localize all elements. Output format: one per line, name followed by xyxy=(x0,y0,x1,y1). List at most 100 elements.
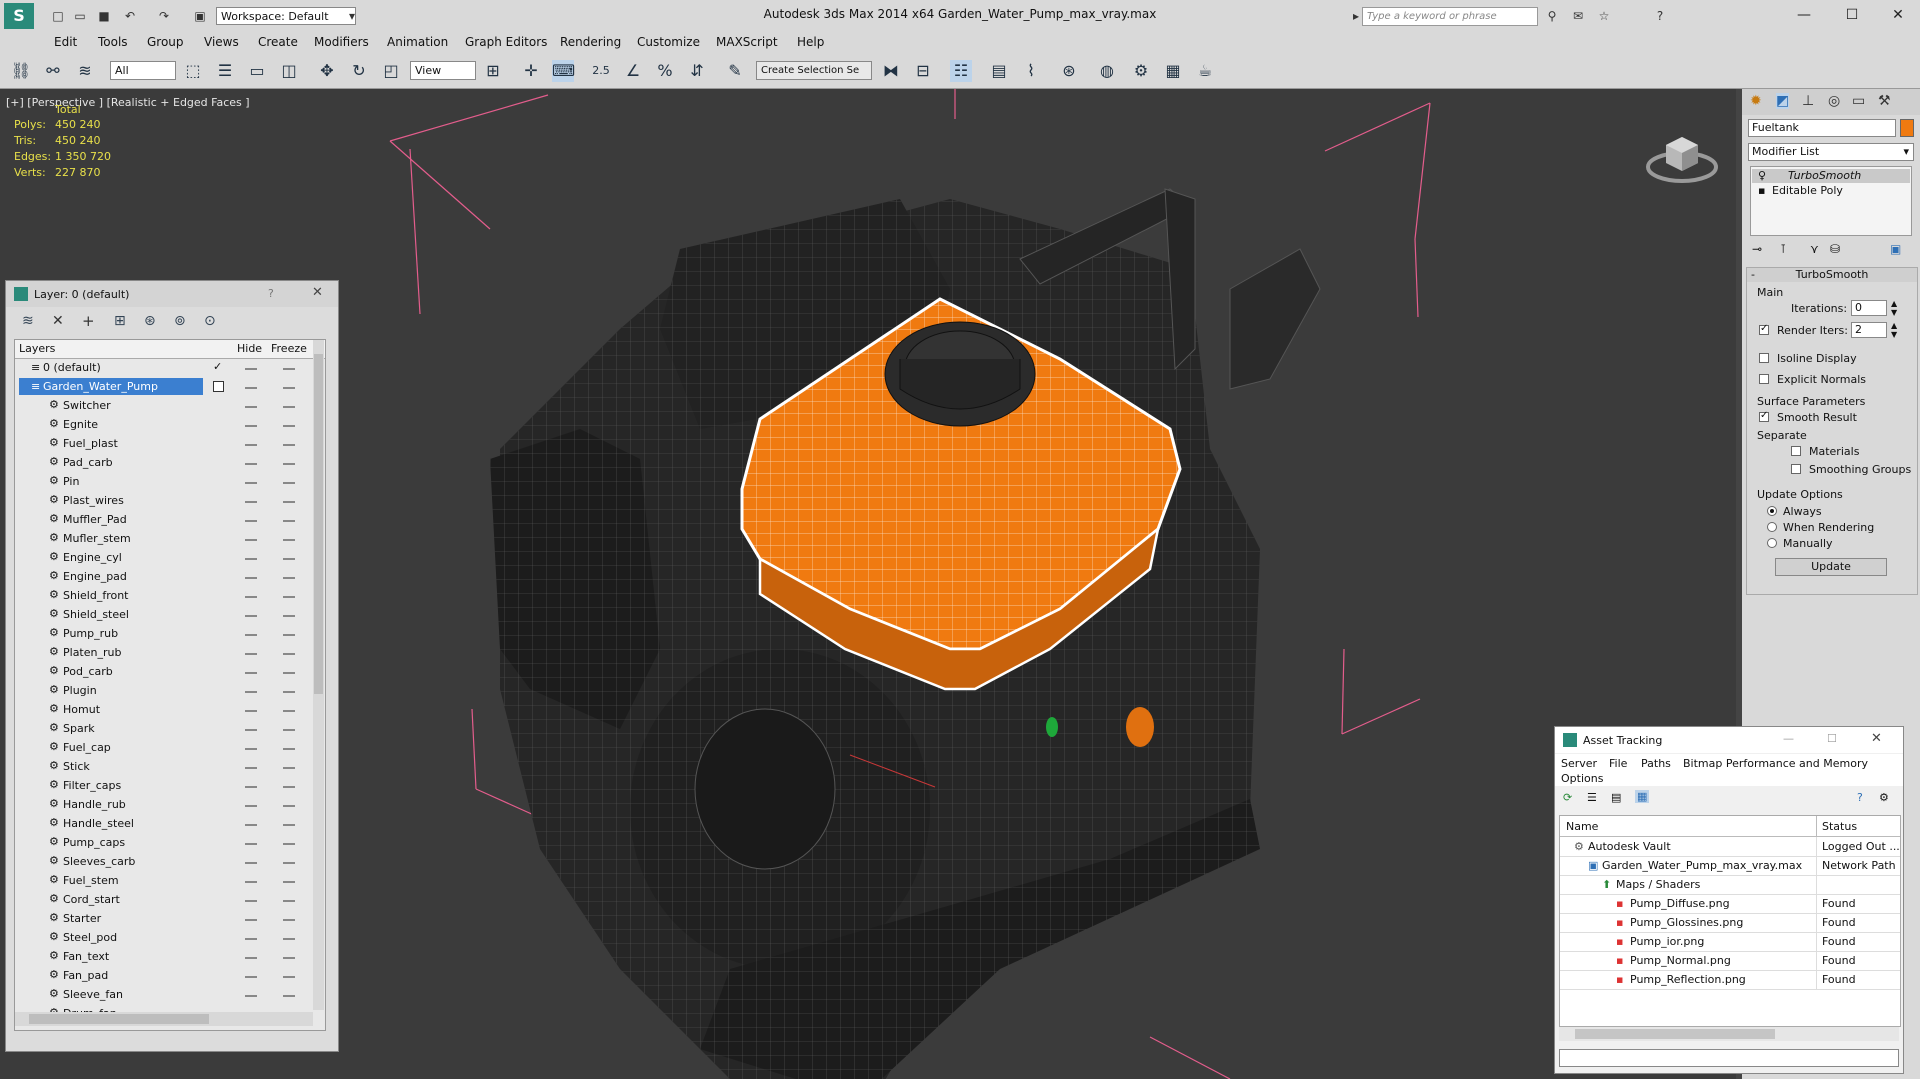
freeze-toggle[interactable] xyxy=(283,881,295,883)
freeze-toggle[interactable] xyxy=(283,501,295,503)
maximize-icon[interactable]: ☐ xyxy=(1827,732,1837,745)
layer-manager-icon[interactable]: ☷ xyxy=(950,60,972,82)
help-icon[interactable]: ? xyxy=(268,287,274,300)
modifier-list-dropdown[interactable]: Modifier List ▾ xyxy=(1748,143,1914,161)
freeze-toggle[interactable] xyxy=(283,805,295,807)
hide-toggle[interactable] xyxy=(245,558,257,560)
hide-toggle[interactable] xyxy=(245,463,257,465)
bind-space-warp-icon[interactable]: ≋ xyxy=(74,60,96,82)
spinner-arrows-icon[interactable]: ▲ ▼ xyxy=(1891,321,1897,339)
hide-toggle[interactable] xyxy=(245,539,257,541)
hide-toggle[interactable] xyxy=(245,520,257,522)
angle-snap-icon[interactable]: ∠ xyxy=(622,60,644,82)
material-editor-icon[interactable]: ◍ xyxy=(1096,60,1118,82)
render-production-icon[interactable]: ☕ xyxy=(1194,60,1216,82)
align-icon[interactable]: ⊟ xyxy=(912,60,934,82)
layer-object-row[interactable]: ⚙ Egnite xyxy=(15,416,313,434)
freeze-toggle[interactable] xyxy=(283,406,295,408)
layer-object-row[interactable]: ⚙ Filter_caps xyxy=(15,777,313,795)
freeze-toggle[interactable] xyxy=(283,976,295,978)
freeze-toggle[interactable] xyxy=(283,425,295,427)
hide-toggle[interactable] xyxy=(245,805,257,807)
hide-toggle[interactable] xyxy=(245,748,257,750)
expand-icon[interactable]: ▪ xyxy=(1758,184,1765,198)
menu-modifiers[interactable]: Modifiers xyxy=(314,35,369,49)
viewcube-icon[interactable] xyxy=(1644,125,1720,185)
manually-radio[interactable] xyxy=(1767,538,1777,548)
freeze-toggle[interactable] xyxy=(283,862,295,864)
delete-layer-icon[interactable]: ✕ xyxy=(52,313,64,329)
layer-object-row[interactable]: ⚙ Pin xyxy=(15,473,313,491)
smoothing-groups-checkbox[interactable] xyxy=(1791,464,1801,474)
object-color-swatch[interactable] xyxy=(1900,119,1914,137)
freeze-toggle[interactable] xyxy=(283,824,295,826)
snap-toggle-icon[interactable]: 2.5 xyxy=(590,60,612,82)
layer-row-default[interactable]: ≡ 0 (default) ✓ xyxy=(15,359,313,377)
select-layer-objects-icon[interactable]: ⊛ xyxy=(144,313,156,329)
utilities-tab-icon[interactable]: ⚒ xyxy=(1878,93,1891,109)
layer-object-row[interactable]: ⚙ Cord_start xyxy=(15,891,313,909)
grid-view-icon[interactable]: ▦ xyxy=(1635,790,1650,803)
layer-object-row[interactable]: ⚙ Homut xyxy=(15,701,313,719)
menu-create[interactable]: Create xyxy=(258,35,298,49)
select-by-name-icon[interactable]: ☰ xyxy=(214,60,236,82)
hide-toggle[interactable] xyxy=(245,995,257,997)
layer-object-row[interactable]: ⚙ Handle_steel xyxy=(15,815,313,833)
pivot-center-icon[interactable]: ⊞ xyxy=(482,60,504,82)
create-layer-icon[interactable]: + xyxy=(82,312,95,330)
always-radio[interactable] xyxy=(1767,506,1777,516)
minimize-icon[interactable]: — xyxy=(1786,4,1822,26)
layers-icon[interactable]: ≋ xyxy=(22,313,34,329)
layer-object-row[interactable]: ⚙ Fuel_cap xyxy=(15,739,313,757)
maximize-icon[interactable]: ☐ xyxy=(1834,4,1870,26)
make-unique-icon[interactable]: ⋎ xyxy=(1810,242,1819,256)
render-iters-spinner[interactable]: 2 xyxy=(1851,322,1887,338)
menu-animation[interactable]: Animation xyxy=(387,35,448,49)
display-tab-icon[interactable]: ▭ xyxy=(1852,93,1865,109)
select-manipulate-icon[interactable]: ✛ xyxy=(520,60,542,82)
asset-row[interactable]: ▪ Pump_ior.png Found xyxy=(1560,932,1900,952)
unlink-icon[interactable]: ⚯ xyxy=(42,60,64,82)
freeze-toggle[interactable] xyxy=(283,368,295,370)
materials-checkbox[interactable] xyxy=(1791,446,1801,456)
selection-filter-dropdown[interactable]: All xyxy=(110,61,176,80)
help-icon[interactable]: ? xyxy=(1857,791,1863,804)
freeze-toggle[interactable] xyxy=(283,463,295,465)
freeze-toggle[interactable] xyxy=(283,558,295,560)
freeze-toggle[interactable] xyxy=(283,482,295,484)
hide-toggle[interactable] xyxy=(245,425,257,427)
hide-toggle[interactable] xyxy=(245,862,257,864)
menu-tools[interactable]: Tools xyxy=(98,35,128,49)
col-freeze[interactable]: Freeze xyxy=(271,342,307,355)
close-icon[interactable]: ✕ xyxy=(1880,4,1916,26)
hide-toggle[interactable] xyxy=(245,596,257,598)
keyboard-shortcut-icon[interactable]: ⌨ xyxy=(552,60,575,82)
binoculars-icon[interactable]: ⚲ xyxy=(1544,8,1560,24)
move-icon[interactable]: ✥ xyxy=(316,60,338,82)
freeze-toggle[interactable] xyxy=(283,957,295,959)
layer-object-row[interactable]: ⚙ Fan_text xyxy=(15,948,313,966)
update-button[interactable]: Update xyxy=(1775,558,1887,576)
viewport-label[interactable]: [+] [Perspective ] [Realistic + Edged Fa… xyxy=(6,96,250,109)
configure-sets-icon[interactable]: ▣ xyxy=(1890,242,1901,256)
freeze-toggle[interactable] xyxy=(283,729,295,731)
graphite-ribbon-icon[interactable]: ▤ xyxy=(988,60,1010,82)
freeze-toggle[interactable] xyxy=(283,919,295,921)
rotate-icon[interactable]: ↻ xyxy=(348,60,370,82)
layer-object-row[interactable]: ⚙ Pump_caps xyxy=(15,834,313,852)
vertical-scrollbar[interactable] xyxy=(313,340,324,1010)
menu-paths[interactable]: Paths xyxy=(1641,757,1671,770)
layer-object-row[interactable]: ⚙ Pump_rub xyxy=(15,625,313,643)
hscroll-thumb[interactable] xyxy=(1575,1029,1775,1039)
menu-server[interactable]: Server xyxy=(1561,757,1597,770)
when-rendering-radio[interactable] xyxy=(1767,522,1777,532)
freeze-toggle[interactable] xyxy=(283,615,295,617)
scale-icon[interactable]: ◰ xyxy=(380,60,402,82)
mirror-icon[interactable]: ⧓ xyxy=(880,60,902,82)
freeze-toggle[interactable] xyxy=(283,577,295,579)
rollout-header[interactable]: - TurboSmooth xyxy=(1747,268,1917,282)
hide-toggle[interactable] xyxy=(245,387,257,389)
freeze-toggle[interactable] xyxy=(283,672,295,674)
freeze-toggle[interactable] xyxy=(283,995,295,997)
hide-toggle[interactable] xyxy=(245,919,257,921)
